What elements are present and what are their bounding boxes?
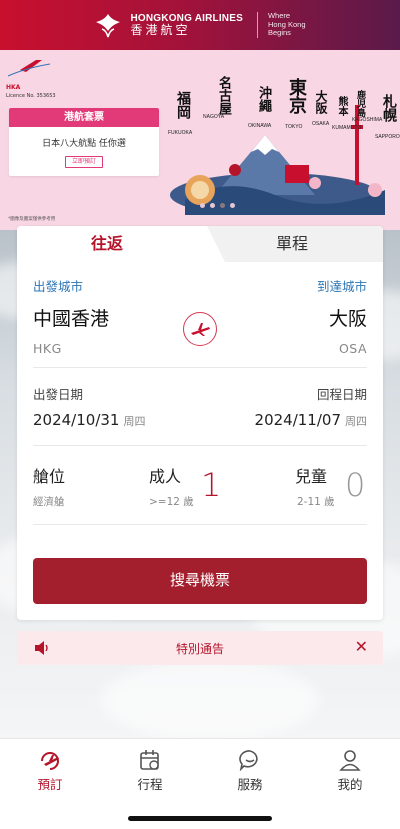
nav-label: 行程: [137, 777, 163, 792]
carousel-dot[interactable]: [210, 203, 215, 208]
adult-count[interactable]: 1: [201, 466, 221, 504]
promo-card[interactable]: 港航套票 日本八大航點 任你選 立即預訂: [9, 108, 159, 176]
city-en-sapporo: SAPPORO: [375, 134, 400, 140]
brand-divider: [256, 12, 258, 38]
city-label-tokyo: 東京: [286, 78, 307, 114]
origin-label: 出發城市: [33, 279, 84, 294]
city-label-okinawa: 沖繩: [256, 86, 271, 112]
swap-cities-button[interactable]: [183, 312, 217, 346]
city-label-osaka: 大阪: [314, 90, 328, 114]
nav-item-profile[interactable]: 我的: [320, 749, 380, 793]
carousel-dot[interactable]: [200, 203, 205, 208]
city-en-kumamoto: KUMAMOTO: [332, 125, 362, 131]
user-icon: [339, 750, 361, 771]
chat-icon: [239, 750, 258, 771]
brand-name-zh: 香港航空: [130, 22, 191, 37]
child-age-note: 2-11 歲: [297, 496, 335, 508]
nav-item-booking[interactable]: 預訂: [20, 749, 80, 793]
destination-label: 到達城市: [316, 279, 367, 294]
city-en-tokyo: TOKYO: [285, 124, 303, 130]
hka-logo-icon: [96, 14, 121, 38]
nav-item-trips[interactable]: 行程: [120, 749, 180, 793]
nav-label: 預訂: [37, 777, 63, 792]
city-en-osaka: OSAKA: [312, 121, 330, 127]
cabin-value[interactable]: 經濟艙: [33, 494, 65, 509]
city-label-kagoshima: 鹿児島: [355, 90, 365, 117]
divider: [33, 524, 367, 525]
depart-date-value: 2024/10/31: [33, 411, 120, 429]
return-date-value: 2024/11/07: [254, 411, 341, 429]
booking-card: 往返 單程 出發城市 到達城市 中國香港 大阪 HKG OSA 出發日期 回程日…: [17, 226, 383, 620]
search-flights-button[interactable]: 搜尋機票: [33, 558, 367, 604]
trip-type-tabs: 往返 單程: [17, 226, 383, 262]
return-date-field[interactable]: 2024/11/07 周四: [255, 411, 367, 429]
home-indicator[interactable]: [128, 816, 272, 821]
depart-date-label: 出發日期: [33, 387, 84, 402]
badge-licence: Licence No. 353653: [6, 93, 56, 99]
divider: [33, 367, 367, 368]
return-weekday: 周四: [345, 415, 367, 428]
calendar-icon: [140, 750, 159, 770]
brand-logo-group: HONGKONG AIRLINES 香港航空 Where Hong Kong B…: [94, 11, 306, 39]
nav-label: 我的: [337, 777, 363, 792]
depart-weekday: 周四: [123, 415, 146, 428]
return-date-label: 回程日期: [316, 387, 367, 402]
promo-banner[interactable]: HKA Licence No. 353653 港航套票 日本八大航點 任你選 立…: [0, 50, 400, 230]
booking-icon: [41, 752, 59, 770]
city-label-nagoya: 名古屋: [216, 76, 231, 115]
badge-title: HKA: [6, 84, 21, 91]
special-notice-bar[interactable]: 特別通告 ✕: [17, 631, 383, 665]
city-en-fukuoka: FUKUOKA: [168, 130, 193, 136]
divider: [33, 445, 367, 446]
cabin-label[interactable]: 艙位: [33, 463, 65, 487]
city-label-fukuoka: 福岡: [175, 91, 191, 119]
carousel-dot-active[interactable]: [220, 203, 225, 208]
nav-item-services[interactable]: 服務: [220, 749, 280, 793]
destination-city[interactable]: 大阪: [329, 304, 367, 331]
adult-age-note: >=12 歲: [149, 496, 194, 508]
city-label-kumamoto: 熊本: [336, 96, 347, 116]
tagline-line-3: Begins: [267, 28, 291, 38]
app-header: HONGKONG AIRLINES 香港航空 Where Hong Kong B…: [0, 0, 400, 50]
tab-round-trip[interactable]: 往返: [57, 226, 157, 262]
child-count[interactable]: 0: [345, 466, 365, 504]
close-icon[interactable]: ✕: [355, 637, 368, 656]
tab-one-way[interactable]: 單程: [242, 226, 342, 262]
promo-book-button[interactable]: 立即預訂: [65, 156, 103, 168]
adult-label[interactable]: 成人: [149, 463, 181, 487]
hka-holidays-badge: HKA Licence No. 353653: [6, 58, 56, 99]
promo-title: 港航套票: [9, 108, 159, 127]
nav-label: 服務: [237, 777, 263, 792]
city-en-nagoya: NAGOYA: [203, 114, 225, 120]
child-label[interactable]: 兒童: [295, 463, 327, 487]
origin-code: HKG: [33, 341, 62, 356]
promo-subtitle: 日本八大航點 任你選: [42, 139, 126, 149]
depart-date-field[interactable]: 2024/10/31 周四: [33, 411, 145, 429]
hka-plane-icon: [7, 60, 51, 77]
brand-tagline: Where Hong Kong Begins: [267, 11, 306, 38]
airplane-swap-icon: [191, 323, 210, 336]
destination-code: OSA: [338, 341, 367, 356]
carousel-dot[interactable]: [230, 203, 235, 208]
notice-text: 特別通告: [175, 641, 224, 656]
city-en-okinawa: OKINAWA: [248, 123, 272, 129]
carousel-dots[interactable]: [200, 203, 235, 208]
banner-disclaimer: *圖像及圖案僅供參考用: [8, 217, 56, 222]
city-en-kagoshima: KAGOSHIMA: [352, 117, 383, 123]
origin-city[interactable]: 中國香港: [33, 304, 109, 331]
